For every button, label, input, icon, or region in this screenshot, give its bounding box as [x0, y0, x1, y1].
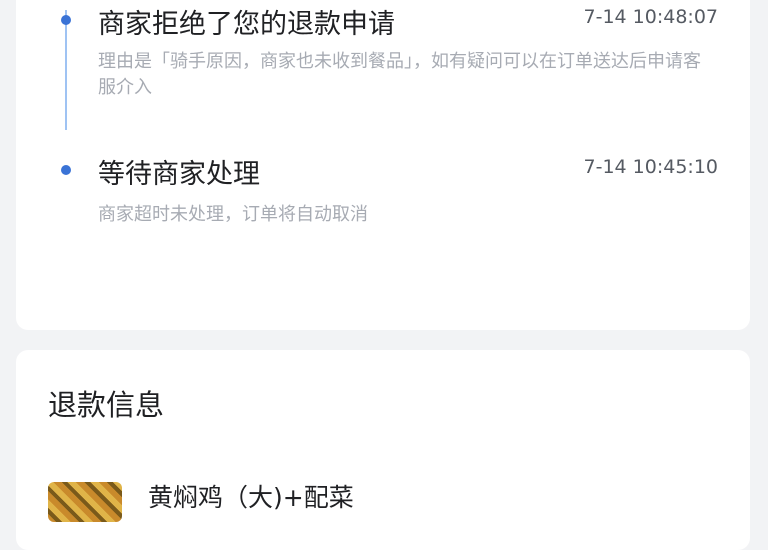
refund-timeline-card: 商家拒绝了您的退款申请 7-14 10:48:07 理由是「骑手原因，商家也未收…: [16, 0, 750, 330]
timeline-event-time: 7-14 10:45:10: [583, 156, 719, 178]
food-thumbnail-image[interactable]: [48, 482, 122, 522]
section-title: 退款信息: [48, 388, 165, 422]
timeline-line: [65, 10, 67, 130]
timeline-event-title: 商家拒绝了您的退款申请: [98, 9, 395, 40]
timeline-event-title: 等待商家处理: [98, 159, 260, 190]
timeline-event-time: 7-14 10:48:07: [583, 6, 719, 28]
timeline-event-description: 理由是「骑手原因，商家也未收到餐品」，如有疑问可以在订单送达后申请客服介入: [98, 51, 701, 98]
timeline-dot: [61, 15, 71, 25]
timeline-event-description: 商家超时未处理，订单将自动取消: [98, 204, 368, 225]
timeline-dot: [61, 165, 71, 175]
product-name[interactable]: 黄焖鸡（大)+配菜: [148, 478, 354, 514]
refund-info-card: 退款信息 黄焖鸡（大)+配菜: [16, 350, 750, 550]
